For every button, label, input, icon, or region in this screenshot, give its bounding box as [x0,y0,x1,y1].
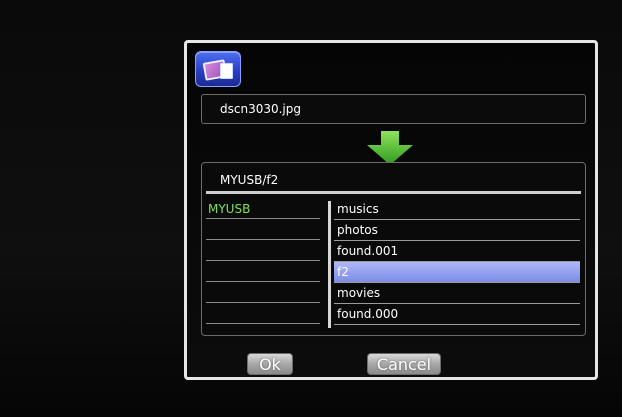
column-divider [328,201,331,328]
folder-item[interactable]: musics [334,199,580,220]
folder-item-selected[interactable]: f2 [334,262,580,283]
destination-panel: MYUSB/f2 MYUSB musics photos found.001 f… [201,162,586,336]
photo-copy-icon [195,51,241,87]
device-item[interactable] [206,262,320,282]
screen: dscn3030.jpg MYUSB/f2 MYUSB musics photo… [0,0,622,417]
folder-list: musics photos found.001 f2 movies found.… [334,199,580,325]
destination-path: MYUSB/f2 [220,173,279,187]
device-item[interactable] [206,283,320,303]
folder-item[interactable]: photos [334,220,580,241]
divider [206,191,581,194]
device-list: MYUSB [206,199,320,325]
device-item[interactable]: MYUSB [206,199,320,219]
folder-item[interactable]: found.000 [334,304,580,325]
source-file-field: dscn3030.jpg [201,94,586,124]
copy-dialog: dscn3030.jpg MYUSB/f2 MYUSB musics photo… [184,40,598,380]
device-item[interactable] [206,304,320,324]
cancel-button[interactable]: Cancel [367,353,441,375]
document-thumbnail [220,63,233,79]
folder-item[interactable]: found.001 [334,241,580,262]
ok-button[interactable]: Ok [247,353,293,375]
device-item[interactable] [206,220,320,240]
folder-item[interactable]: movies [334,283,580,304]
device-item[interactable] [206,241,320,261]
source-filename: dscn3030.jpg [220,102,301,116]
